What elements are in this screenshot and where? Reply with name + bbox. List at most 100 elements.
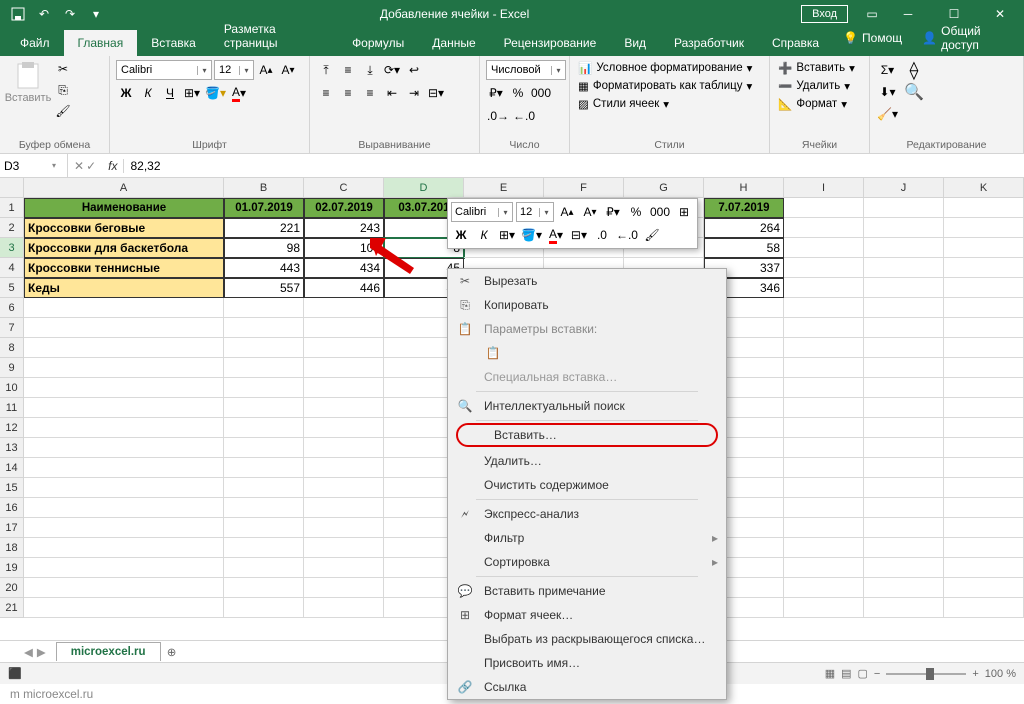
percent-icon[interactable]: % <box>508 83 528 103</box>
col-header-F[interactable]: F <box>544 178 624 198</box>
col-header-K[interactable]: K <box>944 178 1024 198</box>
fx-icon[interactable]: fx <box>102 159 124 173</box>
align-middle-icon[interactable]: ≡ <box>338 60 358 80</box>
inc-decimal-icon[interactable]: .0→ <box>486 106 510 126</box>
enter-formula-icon[interactable]: ✓ <box>86 159 96 173</box>
orientation-icon[interactable]: ⟳▾ <box>382 60 402 80</box>
cm-cut[interactable]: ✂Вырезать <box>448 269 726 293</box>
tab-formulas[interactable]: Формулы <box>338 30 418 56</box>
col-header-D[interactable]: D <box>384 178 464 198</box>
tab-home[interactable]: Главная <box>64 30 138 56</box>
cm-copy[interactable]: ⎘Копировать <box>448 293 726 317</box>
mini-size-combo[interactable]: ▾ <box>516 202 554 222</box>
name-box[interactable]: ▾ <box>0 154 68 177</box>
sheet-tab[interactable]: microexcel.ru <box>56 642 161 661</box>
mini-comma-icon[interactable]: 000 <box>649 202 671 222</box>
mini-font-combo[interactable]: ▾ <box>451 202 513 222</box>
tab-data[interactable]: Данные <box>418 30 489 56</box>
cm-smart-lookup[interactable]: 🔍Интеллектуальный поиск <box>448 394 726 418</box>
copy-icon[interactable]: ⎘ <box>54 81 72 99</box>
wrap-text-icon[interactable]: ↩ <box>404 60 424 80</box>
align-left-icon[interactable]: ≡ <box>316 83 336 103</box>
mini-bold-icon[interactable]: Ж <box>451 225 471 245</box>
cm-comment[interactable]: 💬Вставить примечание <box>448 579 726 603</box>
paste-button[interactable]: Вставить <box>6 60 50 104</box>
cm-paste-icon[interactable]: 📋 <box>448 341 726 365</box>
view-pagelayout-icon[interactable]: ▤ <box>841 667 851 680</box>
col-header-J[interactable]: J <box>864 178 944 198</box>
view-normal-icon[interactable]: ▦ <box>825 667 835 680</box>
font-combo[interactable]: ▾ <box>116 60 212 80</box>
font-color-icon[interactable]: A▾ <box>229 83 249 103</box>
format-cells-button[interactable]: 📐 Формат▾ <box>776 96 849 112</box>
col-header-H[interactable]: H <box>704 178 784 198</box>
col-header-B[interactable]: B <box>224 178 304 198</box>
format-painter-icon[interactable]: 🖌 <box>54 102 72 120</box>
zoom-level[interactable]: 100 % <box>985 668 1016 680</box>
mini-inc-dec-icon[interactable]: .0 <box>592 225 612 245</box>
mini-fontcolor-icon[interactable]: A▾ <box>546 225 566 245</box>
cancel-formula-icon[interactable]: ✕ <box>74 159 84 173</box>
mini-shrink-font-icon[interactable]: A▾ <box>580 202 600 222</box>
qat-dropdown-icon[interactable]: ▾ <box>84 2 108 26</box>
fontsize-combo[interactable]: ▾ <box>214 60 254 80</box>
insert-cells-button[interactable]: ➕ Вставить▾ <box>776 60 857 76</box>
mini-italic-icon[interactable]: К <box>474 225 494 245</box>
conditional-formatting-button[interactable]: 📊 Условное форматирование▾ <box>576 60 754 76</box>
mini-grow-font-icon[interactable]: A▴ <box>557 202 577 222</box>
merge-icon[interactable]: ⊟▾ <box>426 83 446 103</box>
italic-icon[interactable]: К <box>138 83 158 103</box>
mini-dec-dec-icon[interactable]: ←.0 <box>615 225 639 245</box>
comma-icon[interactable]: 000 <box>530 83 552 103</box>
mini-borders-icon[interactable]: ⊞▾ <box>497 225 517 245</box>
cm-quick-analysis[interactable]: 🗲Экспресс-анализ <box>448 502 726 526</box>
cm-filter[interactable]: Фильтр▸ <box>448 526 726 550</box>
cm-format-cells[interactable]: ⊞Формат ячеек… <box>448 603 726 627</box>
tell-me-button[interactable]: 💡Помощ <box>833 20 912 56</box>
align-bottom-icon[interactable]: ⤓ <box>360 60 380 80</box>
cm-define-name[interactable]: Присвоить имя… <box>448 651 726 675</box>
fill-icon[interactable]: ⬇▾ <box>876 82 899 102</box>
select-all-corner[interactable] <box>0 178 24 198</box>
underline-icon[interactable]: Ч <box>160 83 180 103</box>
mini-percent-icon[interactable]: % <box>626 202 646 222</box>
zoom-out-icon[interactable]: − <box>874 668 880 680</box>
mini-merge-icon[interactable]: ⊟▾ <box>569 225 589 245</box>
indent-dec-icon[interactable]: ⇤ <box>382 83 402 103</box>
col-header-G[interactable]: G <box>624 178 704 198</box>
mini-painter-icon[interactable]: 🖌 <box>642 225 662 245</box>
autosum-icon[interactable]: Σ▾ <box>876 60 899 80</box>
currency-icon[interactable]: ₽▾ <box>486 83 506 103</box>
sort-filter-icon[interactable]: ⟠ <box>903 60 925 80</box>
share-button[interactable]: 👤Общий доступ <box>912 20 1016 56</box>
col-header-A[interactable]: A <box>24 178 224 198</box>
tab-file[interactable]: Файл <box>6 30 64 56</box>
tab-developer[interactable]: Разработчик <box>660 30 758 56</box>
format-as-table-button[interactable]: ▦ Форматировать как таблицу▾ <box>576 78 754 94</box>
bold-icon[interactable]: Ж <box>116 83 136 103</box>
save-icon[interactable] <box>6 2 30 26</box>
col-header-E[interactable]: E <box>464 178 544 198</box>
cm-hyperlink[interactable]: 🔗Ссылка <box>448 675 726 699</box>
cm-dropdown[interactable]: Выбрать из раскрывающегося списка… <box>448 627 726 651</box>
table-header[interactable]: Наименование <box>24 198 224 218</box>
undo-icon[interactable]: ↶ <box>32 2 56 26</box>
sheet-nav-next-icon[interactable]: ▶ <box>37 645 46 659</box>
cm-insert[interactable]: Вставить… <box>456 423 718 447</box>
grow-font-icon[interactable]: A▴ <box>256 60 276 80</box>
clear-icon[interactable]: 🧹▾ <box>876 104 899 124</box>
add-sheet-icon[interactable]: ⊕ <box>161 645 183 659</box>
dec-decimal-icon[interactable]: ←.0 <box>512 106 536 126</box>
tab-insert[interactable]: Вставка <box>137 30 210 56</box>
borders-icon[interactable]: ⊞▾ <box>182 83 202 103</box>
indent-inc-icon[interactable]: ⇥ <box>404 83 424 103</box>
cm-clear[interactable]: Очистить содержимое <box>448 473 726 497</box>
fill-color-icon[interactable]: 🪣▾ <box>204 83 227 103</box>
formula-input[interactable] <box>124 159 1024 173</box>
number-format-combo[interactable]: ▾ <box>486 60 566 80</box>
zoom-in-icon[interactable]: + <box>972 668 978 680</box>
align-right-icon[interactable]: ≡ <box>360 83 380 103</box>
redo-icon[interactable]: ↷ <box>58 2 82 26</box>
find-select-icon[interactable]: 🔍 <box>903 82 925 102</box>
cell-styles-button[interactable]: ▨ Стили ячеек▾ <box>576 96 671 112</box>
